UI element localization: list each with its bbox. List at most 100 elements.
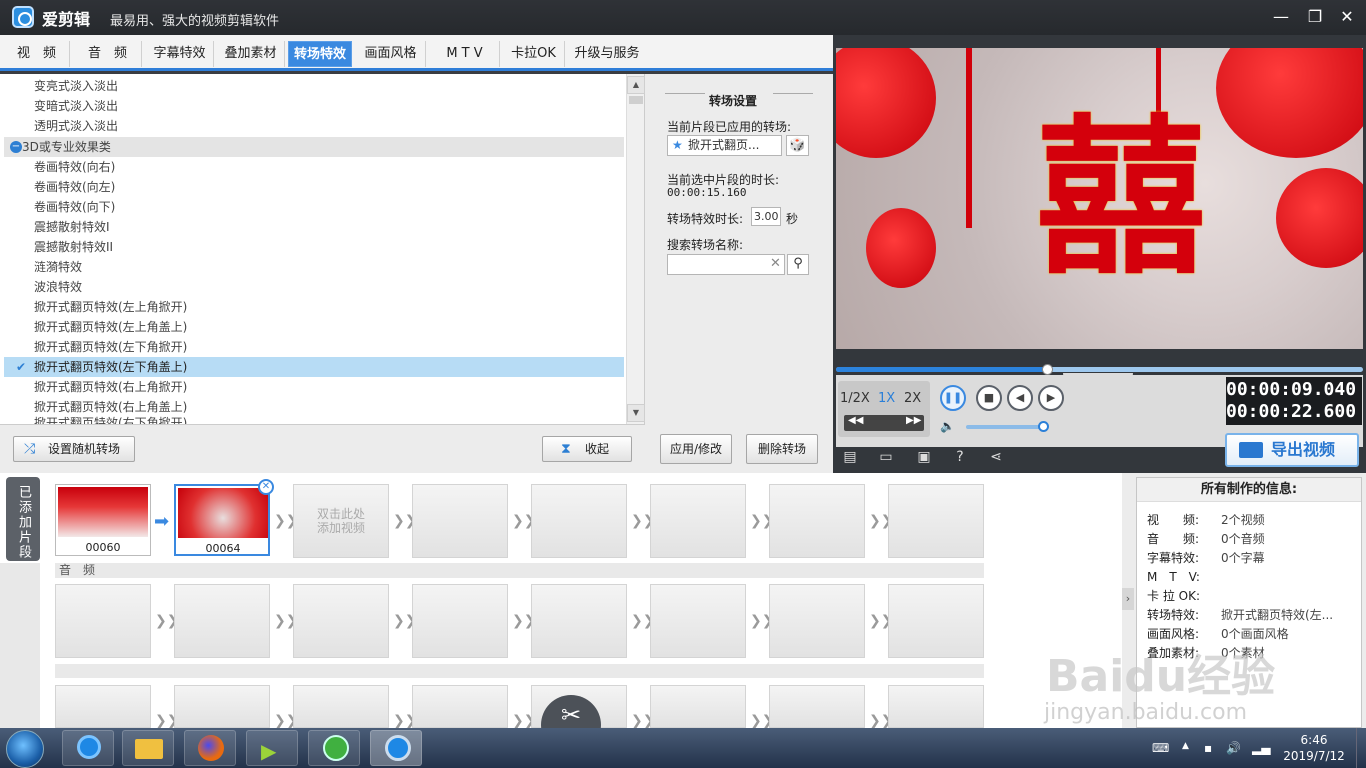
list-item[interactable]: 变暗式淡入淡出 (34, 96, 118, 116)
export-video-button[interactable]: 导出视频 (1225, 433, 1359, 467)
taskbar-app-aijianji-icon[interactable] (370, 730, 422, 766)
chevron-right-icon[interactable]: › (1122, 588, 1134, 610)
list-item[interactable]: 掀开式翻页特效(左上角盖上) (34, 317, 187, 337)
tab-mtv[interactable]: M T V (430, 41, 500, 67)
minimize-button[interactable]: — (1268, 5, 1294, 29)
clear-icon[interactable]: ✕ (770, 256, 781, 271)
list-item[interactable]: 涟漪特效 (34, 257, 82, 277)
empty-slot[interactable] (531, 584, 627, 658)
tray-expand-icon[interactable]: ▲ (1182, 741, 1189, 751)
tab-subtitle[interactable]: 字幕特效 (146, 41, 214, 67)
volume-slider[interactable] (966, 421, 1049, 432)
list-item[interactable]: 卷画特效(向下) (34, 197, 115, 217)
empty-slot[interactable] (412, 484, 508, 558)
open-folder-icon[interactable]: ▭ (877, 449, 895, 467)
list-item[interactable]: 掀开式翻页特效(左上角掀开) (34, 297, 187, 317)
clock[interactable]: 6:46 2019/7/12 (1282, 732, 1346, 764)
tab-video[interactable]: 视 频 (4, 41, 70, 67)
list-item[interactable]: 掀开式翻页特效(左下角掀开) (34, 337, 187, 357)
speed-half[interactable]: 1/2X (840, 391, 870, 406)
keyboard-icon[interactable]: ⌨ (1152, 741, 1169, 755)
empty-slot[interactable] (412, 584, 508, 658)
search-input[interactable]: ✕ (667, 254, 785, 275)
forward-icon[interactable]: ▶▶ (906, 415, 921, 426)
empty-slot[interactable] (769, 584, 865, 658)
save-icon[interactable]: ▣ (915, 449, 933, 467)
list-category[interactable]: − 3D或专业效果类 (4, 137, 624, 157)
taskbar-app-refresh-icon[interactable] (308, 730, 360, 766)
empty-slot[interactable] (293, 584, 389, 658)
empty-slot[interactable] (531, 484, 627, 558)
transition-arrow-icon[interactable]: ➡ (154, 511, 169, 532)
empty-slot[interactable] (888, 484, 984, 558)
empty-slot[interactable] (769, 685, 865, 728)
speed-normal[interactable]: 1X (878, 391, 895, 406)
list-scrollbar[interactable]: ▲ ▼ (626, 74, 645, 424)
network-icon[interactable]: ▪ (1204, 741, 1212, 755)
taskbar-app-explorer-icon[interactable] (122, 730, 174, 766)
remove-clip-icon[interactable]: ✕ (258, 479, 274, 495)
maximize-button[interactable]: ❐ (1302, 5, 1328, 29)
tab-overlay[interactable]: 叠加素材 (217, 41, 285, 67)
collapse-button[interactable]: ⧗ 收起 (542, 436, 632, 462)
empty-slot[interactable] (174, 685, 270, 728)
delete-transition-button[interactable]: 删除转场 (746, 434, 818, 464)
dice-icon[interactable]: 🎲 (786, 135, 809, 156)
taskbar-app-firefox-icon[interactable] (184, 730, 236, 766)
empty-slot[interactable] (55, 685, 151, 728)
prev-frame-button[interactable]: ◀ (1007, 385, 1033, 411)
list-item[interactable]: 波浪特效 (34, 277, 82, 297)
start-button[interactable] (6, 730, 44, 768)
tab-karaoke[interactable]: 卡拉OK (503, 41, 565, 67)
list-item[interactable]: 掀开式翻页特效(右上角盖上) (34, 397, 187, 417)
new-project-icon[interactable]: ▤ (841, 449, 859, 467)
scroll-thumb[interactable] (629, 96, 643, 104)
empty-slot[interactable] (412, 685, 508, 728)
list-item[interactable]: 掀开式翻页特效(右下角掀开) (34, 415, 187, 424)
list-item[interactable]: 卷画特效(向右) (34, 157, 115, 177)
stop-button[interactable]: ■ (976, 385, 1002, 411)
scroll-down-icon[interactable]: ▼ (627, 404, 645, 422)
progress-handle[interactable] (1041, 364, 1053, 375)
effect-duration-input[interactable]: 3.00 (751, 207, 781, 226)
list-item[interactable]: 卷画特效(向左) (34, 177, 115, 197)
list-item[interactable]: 变亮式淡入淡出 (34, 76, 118, 96)
empty-slot[interactable] (650, 584, 746, 658)
show-desktop-button[interactable] (1356, 728, 1366, 768)
empty-slot[interactable] (650, 685, 746, 728)
volume-handle[interactable] (1038, 421, 1049, 432)
empty-slot[interactable] (55, 584, 151, 658)
tab-transition[interactable]: 转场特效 (288, 41, 352, 67)
jog-wheel[interactable]: ◀◀ ▶▶ (844, 415, 924, 431)
pause-button[interactable]: ❚❚ (940, 385, 966, 411)
tab-audio[interactable]: 音 频 (74, 41, 142, 67)
tab-style[interactable]: 画面风格 (356, 41, 426, 67)
rewind-icon[interactable]: ◀◀ (848, 415, 863, 426)
signal-icon[interactable]: ▂▄ (1252, 741, 1270, 755)
taskbar-app-player-icon[interactable]: ▶ (246, 730, 298, 766)
volume-icon[interactable]: 🔈 (940, 419, 955, 433)
tab-upgrade[interactable]: 升级与服务 (569, 41, 645, 67)
list-item-selected[interactable]: ✔ 掀开式翻页特效(左下角盖上) (4, 357, 624, 377)
search-icon[interactable]: ⚲ (787, 254, 809, 275)
collapse-icon[interactable]: − (10, 141, 22, 153)
list-item[interactable]: 掀开式翻页特效(右上角掀开) (34, 377, 187, 397)
add-video-slot[interactable]: 双击此处 添加视频 (293, 484, 389, 558)
empty-slot[interactable] (650, 484, 746, 558)
speaker-icon[interactable]: 🔊 (1226, 741, 1241, 755)
share-icon[interactable]: ⋖ (987, 449, 1005, 467)
list-item[interactable]: 震撼散射特效II (34, 237, 113, 257)
next-frame-button[interactable]: ▶ (1038, 385, 1064, 411)
close-button[interactable]: ✕ (1334, 5, 1360, 29)
video-preview[interactable]: 囍 (836, 48, 1363, 349)
list-item[interactable]: 震撼散射特效I (34, 217, 110, 237)
help-icon[interactable]: ? (951, 449, 969, 467)
scroll-up-icon[interactable]: ▲ (627, 76, 645, 94)
empty-slot[interactable] (888, 685, 984, 728)
empty-slot[interactable] (174, 584, 270, 658)
speed-double[interactable]: 2X (904, 391, 921, 406)
list-item[interactable]: 透明式淡入淡出 (34, 116, 118, 136)
apply-button[interactable]: 应用/修改 (660, 434, 732, 464)
empty-slot[interactable] (888, 584, 984, 658)
clip-thumbnail-selected[interactable]: 00064 (174, 484, 270, 556)
